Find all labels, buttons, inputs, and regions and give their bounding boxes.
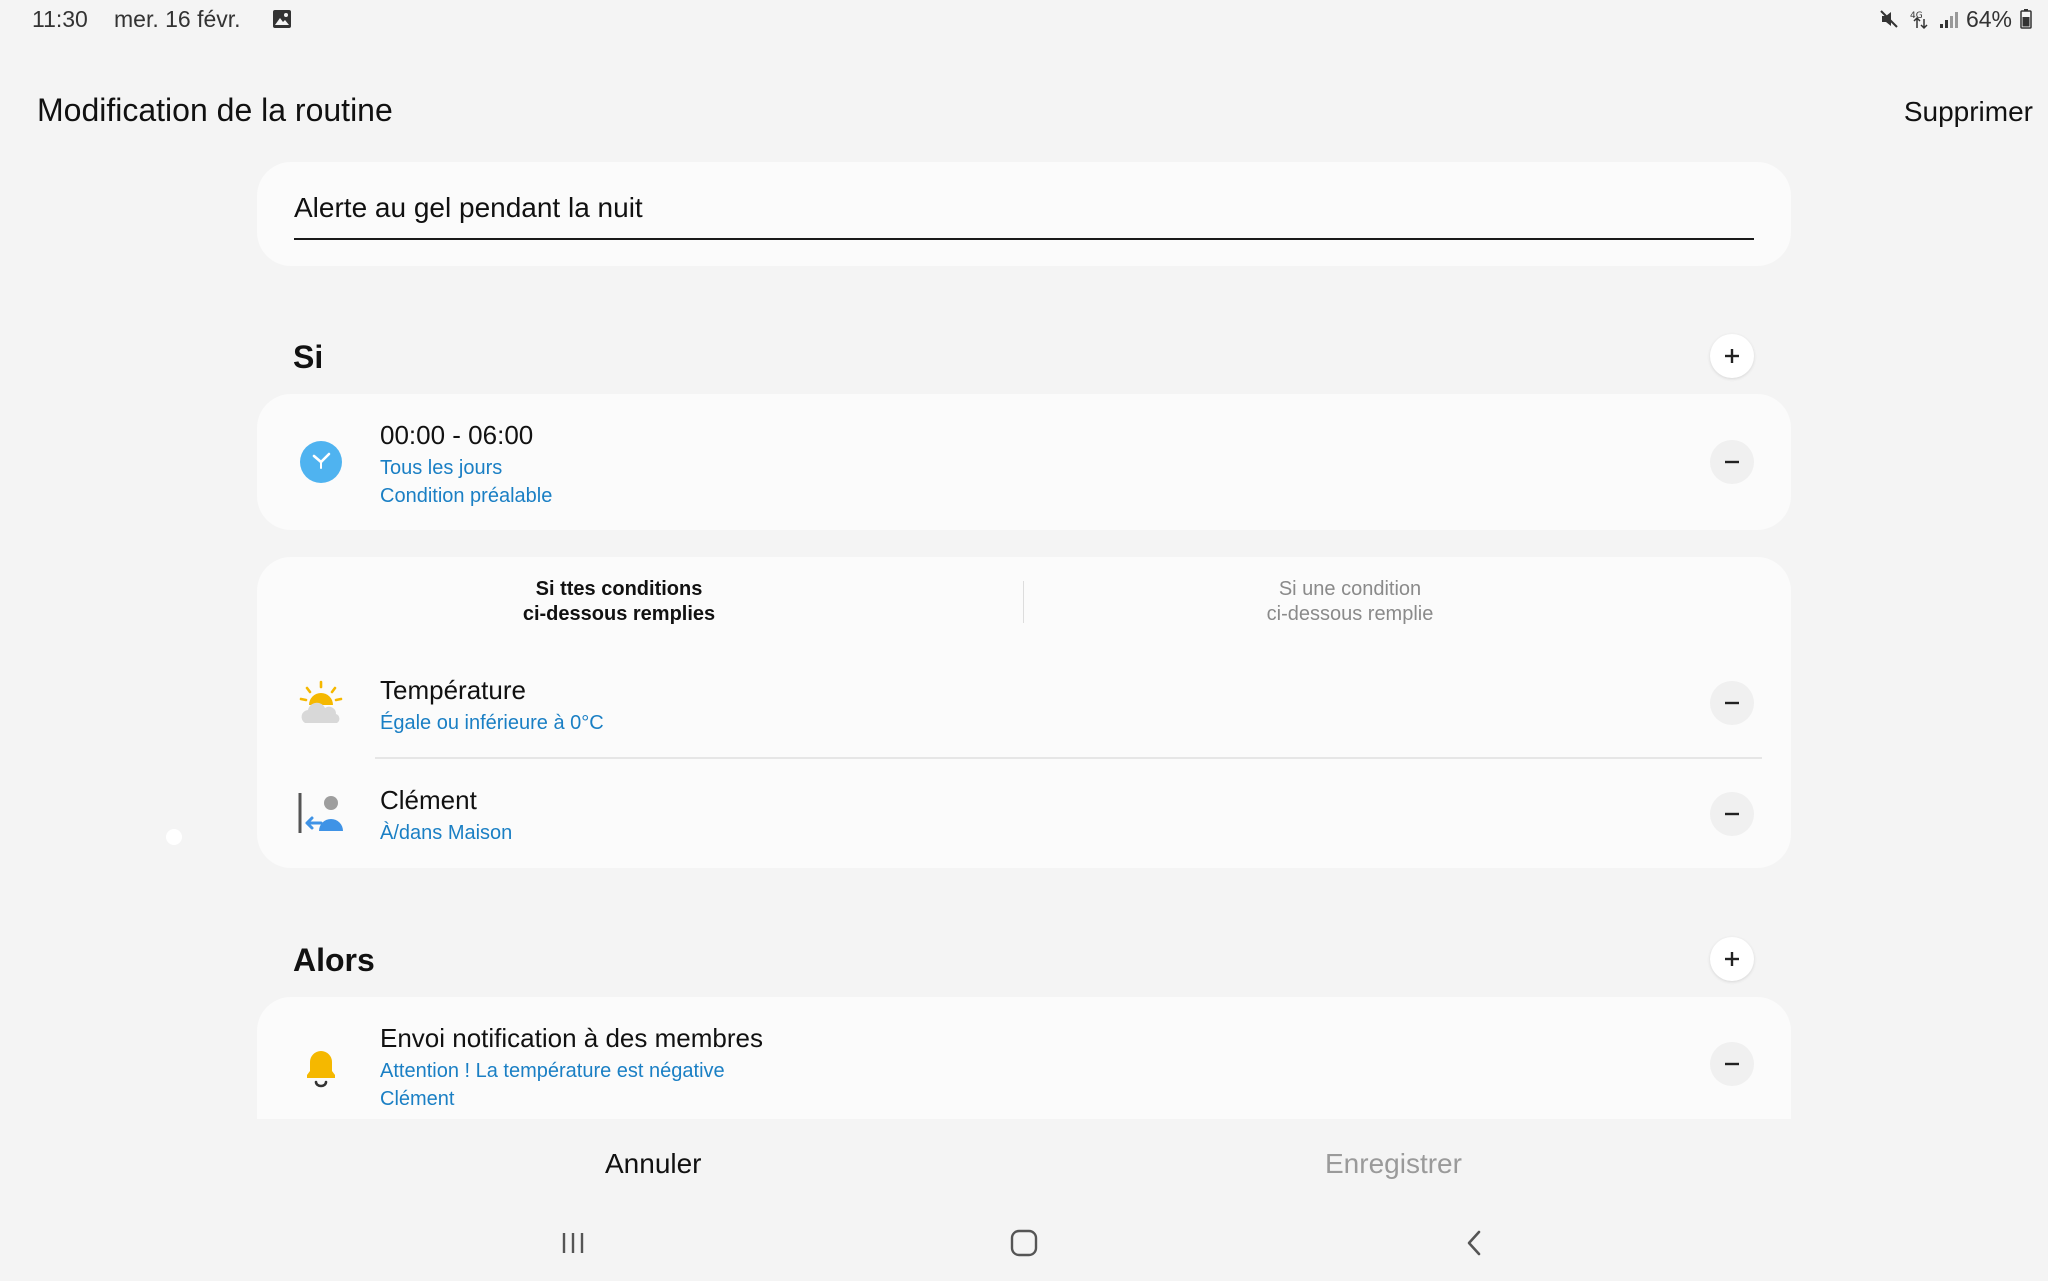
action-title: Envoi notification à des membres [380,1023,763,1053]
remove-presence-button[interactable] [1710,792,1754,836]
minus-icon [1725,812,1739,816]
plus-icon [1725,349,1739,363]
if-section-title: Si [293,339,324,375]
home-button[interactable] [1009,1228,1039,1258]
routine-name-input[interactable] [294,192,1754,240]
time-condition-card[interactable]: 00:00 - 06:00 Tous les jours Condition p… [257,394,1791,530]
condition-temperature-subtitle: Égale ou inférieure à 0°C [380,712,604,734]
condition-presence-title: Clément [380,785,477,815]
gallery-icon [272,9,292,29]
routine-name-card [257,162,1791,266]
status-bar: 11:30 mer. 16 févr. 4G 64% [0,0,2048,40]
action-message: Attention ! La température est négative [380,1060,725,1082]
status-icons: 4G 64% [1878,4,2032,34]
minus-icon [1725,701,1739,705]
mode-any-condition[interactable]: Si une condition ci-dessous remplie [1070,577,1630,627]
time-condition-repeat: Tous les jours [380,457,503,479]
action-card[interactable]: Envoi notification à des membres Attenti… [257,997,1791,1119]
status-time: 11:30 [32,6,88,32]
condition-divider [375,757,1762,759]
home-icon [1010,1229,1038,1257]
remove-action-button[interactable] [1710,1042,1754,1086]
recent-apps-icon [562,1233,584,1253]
signal-icon [1938,8,1958,30]
recent-apps-button[interactable] [558,1228,588,1258]
back-icon [1467,1230,1481,1256]
minus-icon [1725,460,1739,464]
condition-presence-subtitle: À/dans Maison [380,822,513,844]
clock-icon [297,438,345,486]
remove-temperature-button[interactable] [1710,681,1754,725]
condition-temperature-title: Température [380,675,526,705]
battery-icon [2020,8,2032,30]
time-condition-type: Condition préalable [380,485,553,507]
add-condition-button[interactable] [1710,334,1754,378]
delete-button[interactable]: Supprimer [1904,96,2033,128]
status-date: mer. 16 févr. [114,6,241,32]
add-action-button[interactable] [1710,937,1754,981]
mode-all-conditions[interactable]: Si ttes conditions ci-dessous remplies [339,577,899,627]
person-arrival-icon [297,789,345,837]
then-section-title: Alors [293,942,375,978]
minus-icon [1725,1062,1739,1066]
battery-percentage: 64% [1965,5,2012,32]
back-button[interactable] [1460,1228,1490,1258]
mode-all-label: Si ttes conditions ci-dessous remplies [522,578,716,625]
action-recipient: Clément [380,1088,455,1110]
plus-icon [1725,952,1739,966]
conditions-card: Si ttes conditions ci-dessous remplies S… [257,557,1791,868]
bell-icon [297,1042,345,1090]
time-condition-title: 00:00 - 06:00 [380,420,534,450]
scroll-indicator-dot [166,829,182,845]
weather-icon [297,679,345,727]
remove-time-condition-button[interactable] [1710,440,1754,484]
4g-data-icon: 4G [1908,8,1930,30]
mute-icon [1878,8,1900,30]
save-button[interactable]: Enregistrer [1325,1148,1462,1180]
cancel-button[interactable]: Annuler [605,1148,702,1180]
mode-any-label: Si une condition ci-dessous remplie [1266,578,1434,625]
mode-divider [1023,581,1024,623]
page-title: Modification de la routine [37,92,393,128]
